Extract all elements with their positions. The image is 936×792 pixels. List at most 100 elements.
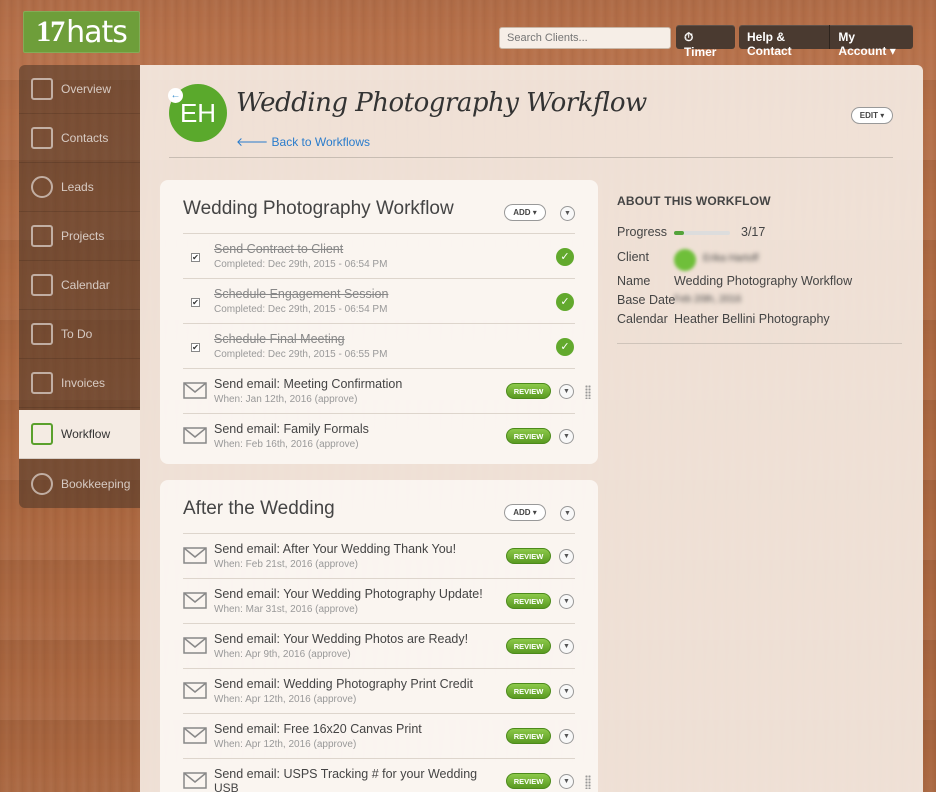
sidebar-item-invoices[interactable]: Invoices	[19, 359, 140, 408]
row-menu-chevron-icon[interactable]: ▼	[559, 684, 574, 699]
drag-handle-icon[interactable]	[585, 775, 591, 789]
base-date-label: Base Date	[617, 293, 676, 307]
email-title[interactable]: Send email: USPS Tracking # for your Wed…	[214, 767, 477, 781]
sidebar-item-projects[interactable]: Projects	[19, 212, 140, 261]
add-label: ADD	[513, 508, 531, 517]
collapse-chevron-icon[interactable]: ▼	[560, 206, 575, 221]
email-title[interactable]: Send email: Family Formals	[214, 422, 369, 436]
add-button[interactable]: ADD ▾	[504, 204, 546, 221]
name-label: Name	[617, 274, 651, 288]
task-checkbox[interactable]: ✔	[191, 298, 200, 307]
review-button[interactable]: REVIEW	[506, 593, 551, 609]
client-avatar[interactable]	[674, 249, 696, 271]
timer-button[interactable]: ⏱ Timer	[676, 25, 735, 59]
sidebar-item-calendar[interactable]: Calendar	[19, 261, 140, 310]
row-menu-chevron-icon[interactable]: ▼	[559, 384, 574, 399]
email-title[interactable]: Send email: After Your Wedding Thank You…	[214, 542, 456, 556]
email-subtitle: When: Apr 12th, 2016 (approve)	[214, 739, 357, 750]
email-subtitle: When: Mar 31st, 2016 (approve)	[214, 604, 358, 615]
review-button[interactable]: REVIEW	[506, 773, 551, 789]
calendar-icon	[31, 274, 53, 296]
email-row: Send email: Your Wedding Photos are Read…	[183, 623, 575, 668]
sidebar-item-leads[interactable]: Leads	[19, 163, 140, 212]
envelope-icon	[183, 682, 207, 699]
my-account-button[interactable]: My Account ▾	[829, 25, 913, 58]
divider	[169, 157, 893, 158]
lead-icon	[31, 176, 53, 198]
back-link-label: Back to Workflows	[271, 135, 371, 149]
email-title[interactable]: Send email: Your Wedding Photos are Read…	[214, 632, 468, 646]
row-menu-chevron-icon[interactable]: ▼	[559, 729, 574, 744]
task-subtitle: Completed: Dec 29th, 2015 - 06:54 PM	[214, 259, 388, 270]
timer-label: Timer	[684, 45, 717, 59]
email-subtitle: When: Apr 12th, 2016 (approve)	[214, 694, 357, 705]
envelope-icon	[183, 382, 207, 399]
row-menu-chevron-icon[interactable]: ▼	[559, 639, 574, 654]
sidebar-item-label: Leads	[61, 180, 94, 194]
sidebar-item-todo[interactable]: To Do	[19, 310, 140, 359]
sidebar-item-contacts[interactable]: Contacts	[19, 114, 140, 163]
caret-down-icon: ▾	[889, 44, 896, 58]
review-button[interactable]: REVIEW	[506, 728, 551, 744]
sidebar-item-overview[interactable]: Overview	[19, 65, 140, 114]
task-subtitle: Completed: Dec 29th, 2015 - 06:55 PM	[214, 349, 388, 360]
task-title[interactable]: Schedule Final Meeting	[214, 332, 345, 346]
sidebar-item-bookkeeping[interactable]: Bookkeeping	[19, 459, 140, 508]
email-row: Send email: Family Formals When: Feb 16t…	[183, 413, 575, 458]
review-button[interactable]: REVIEW	[506, 638, 551, 654]
envelope-icon	[183, 637, 207, 654]
review-button[interactable]: REVIEW	[506, 548, 551, 564]
review-button[interactable]: REVIEW	[506, 683, 551, 699]
projects-icon	[31, 225, 53, 247]
task-checkbox[interactable]: ✔	[191, 253, 200, 262]
header-menu-group: Help & Contact My Account ▾	[739, 25, 913, 58]
review-button[interactable]: REVIEW	[506, 383, 551, 399]
envelope-icon	[183, 772, 207, 789]
workflow-card: Wedding Photography Workflow ADD ▾ ▼ ✔ S…	[160, 180, 598, 464]
sidebar-item-label: Projects	[61, 229, 105, 243]
email-title[interactable]: Send email: Meeting Confirmation	[214, 377, 402, 391]
client-label: Client	[617, 250, 649, 264]
task-title[interactable]: Schedule Engagement Session	[214, 287, 388, 301]
calendar-value: Heather Bellini Photography	[674, 312, 830, 326]
add-button[interactable]: ADD ▾	[504, 504, 546, 521]
edit-button[interactable]: EDIT ▾	[851, 107, 893, 124]
completed-check-icon: ✓	[556, 248, 574, 266]
progress-value: 3/17	[741, 225, 766, 239]
client-value[interactable]: Erika Hartoff	[703, 253, 758, 264]
email-row: Send email: After Your Wedding Thank You…	[183, 533, 575, 578]
email-subtitle: USB	[214, 781, 239, 792]
completed-check-icon: ✓	[556, 293, 574, 311]
logo-number: 17	[36, 15, 65, 48]
row-menu-chevron-icon[interactable]: ▼	[559, 774, 574, 789]
sidebar-item-label: Contacts	[61, 131, 109, 145]
divider	[617, 343, 902, 344]
sidebar-item-label: To Do	[61, 327, 93, 341]
sidebar-item-workflow[interactable]: Workflow	[19, 410, 140, 459]
brand-logo[interactable]: 17 hats	[23, 11, 140, 53]
sidebar-item-label: Bookkeeping	[61, 476, 131, 491]
workflow-card-title: Wedding Photography Workflow	[183, 198, 454, 219]
review-button[interactable]: REVIEW	[506, 428, 551, 444]
sidebar-item-label: Workflow	[61, 427, 111, 441]
back-to-workflows-link[interactable]: 🡐 Back to Workflows	[236, 134, 370, 149]
contacts-icon	[31, 127, 53, 149]
back-arrow-icon[interactable]: ←	[168, 88, 183, 103]
row-menu-chevron-icon[interactable]: ▼	[559, 429, 574, 444]
row-menu-chevron-icon[interactable]: ▼	[559, 549, 574, 564]
chart-icon	[31, 78, 53, 100]
email-row: Send email: Wedding Photography Print Cr…	[183, 668, 575, 713]
collapse-chevron-icon[interactable]: ▼	[560, 506, 575, 521]
email-title[interactable]: Send email: Your Wedding Photography Upd…	[214, 587, 483, 601]
task-checkbox[interactable]: ✔	[191, 343, 200, 352]
email-subtitle: When: Apr 9th, 2016 (approve)	[214, 649, 351, 660]
email-title[interactable]: Send email: Free 16x20 Canvas Print	[214, 722, 422, 736]
invoice-icon	[31, 372, 53, 394]
about-workflow-panel: ABOUT THIS WORKFLOW Progress 3/17 Client…	[617, 194, 902, 344]
email-title[interactable]: Send email: Wedding Photography Print Cr…	[214, 677, 473, 691]
task-title[interactable]: Send Contract to Client	[214, 242, 343, 256]
search-clients-input[interactable]	[499, 27, 671, 49]
row-menu-chevron-icon[interactable]: ▼	[559, 594, 574, 609]
help-contact-button[interactable]: Help & Contact	[739, 25, 829, 58]
drag-handle-icon[interactable]	[585, 385, 591, 399]
